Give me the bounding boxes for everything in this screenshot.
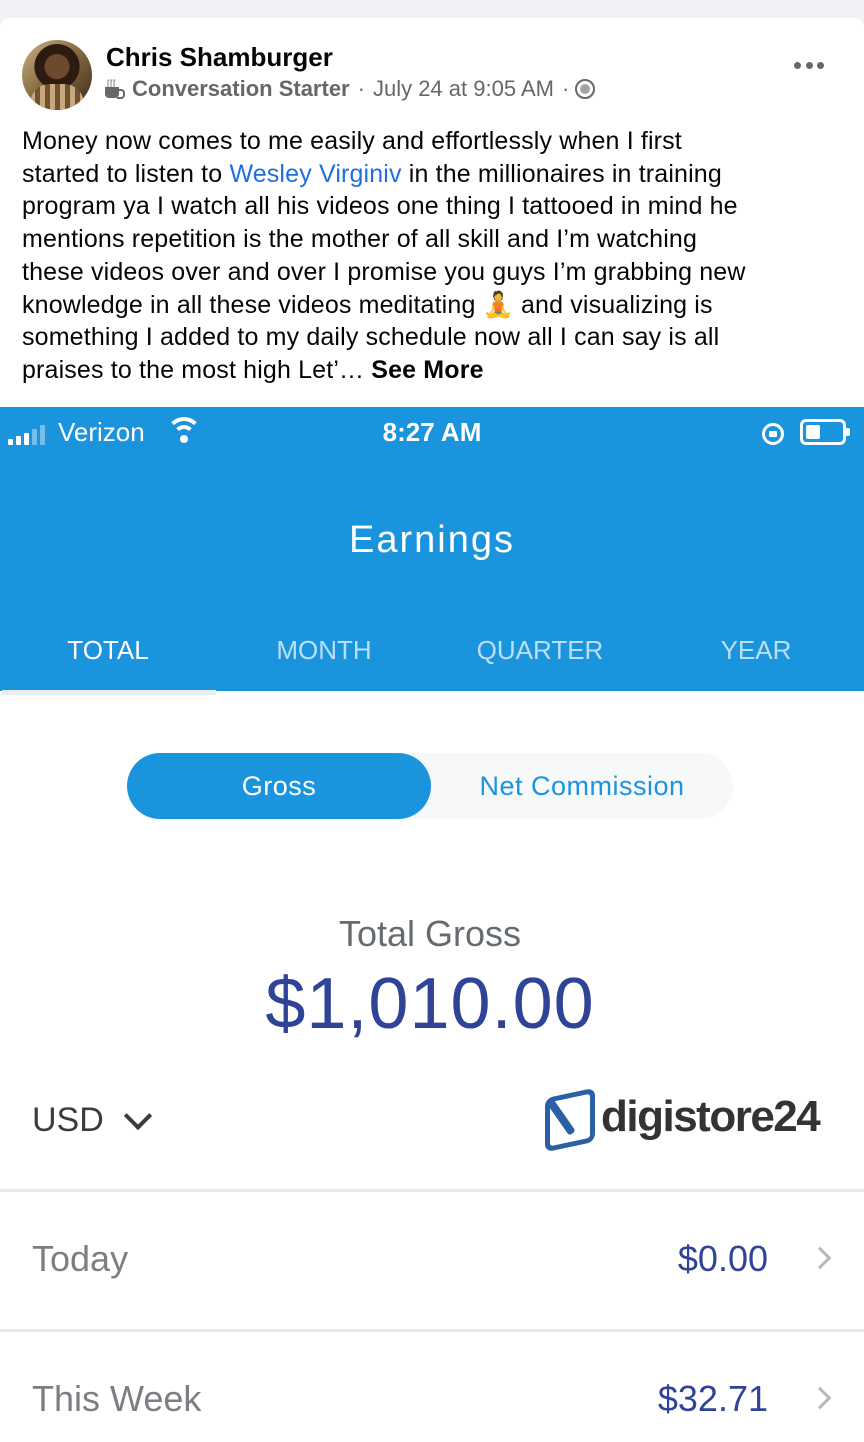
row-label: Today (32, 1238, 129, 1279)
chevron-down-icon (123, 1101, 152, 1130)
earnings-screenshot[interactable]: Verizon 8:27 AM Earnings TOTAL MONTH QUA… (0, 407, 864, 1442)
coffee-cup-icon: ʃʃʃ (104, 79, 125, 99)
row-label: This Week (32, 1378, 202, 1419)
digistore24-logo-icon (543, 1091, 593, 1143)
total-gross-value: $1,010.00 (265, 964, 595, 1044)
chevron-right-icon (808, 1386, 832, 1410)
post-text-segment: started to listen to (22, 159, 230, 188)
see-more-link[interactable]: See More (371, 356, 483, 384)
status-bar: Verizon 8:27 AM (0, 407, 864, 457)
earnings-row-today[interactable]: Today $0.00 (0, 1192, 864, 1328)
post-text-line: Money now comes to me easily and effortl… (22, 127, 682, 155)
avatar[interactable] (22, 40, 92, 110)
post-text-line: praises to the most high Let’… See More (22, 354, 852, 387)
post-text-segment: praises to the most high Let’… (22, 355, 372, 384)
badge-label[interactable]: Conversation Starter (132, 76, 350, 102)
brand-name: digistore24 (601, 1092, 821, 1141)
status-time: 8:27 AM (382, 417, 482, 447)
meta-separator: · (561, 76, 570, 101)
mention-link[interactable]: Wesley Virginiv (229, 160, 401, 188)
post-meta: ʃʃʃ Conversation Starter · July 24 at 9:… (104, 76, 596, 102)
author-name[interactable]: Chris Shamburger (106, 42, 333, 73)
post-text: Money now comes to me easily and effortl… (22, 125, 852, 387)
post-text-line: something I added to my daily schedule n… (22, 323, 720, 352)
gross-toggle-button[interactable]: Gross (127, 753, 431, 819)
more-icon[interactable] (794, 62, 824, 72)
period-tabs: TOTAL MONTH QUARTER YEAR (0, 617, 864, 695)
post-text-line: knowledge in all these videos meditating… (22, 290, 713, 319)
post-header: Chris Shamburger ʃʃʃ Conversation Starte… (0, 18, 864, 118)
post-text-line: these videos over and over I promise you… (22, 257, 746, 286)
currency-label: USD (32, 1101, 104, 1139)
post-text-line: started to listen to Wesley Virginiv in … (22, 158, 852, 191)
facebook-post: Chris Shamburger ʃʃʃ Conversation Starte… (0, 18, 864, 1442)
globe-icon (575, 79, 596, 99)
app-header: Verizon 8:27 AM Earnings TOTAL MONTH QUA… (0, 407, 864, 695)
post-text-segment: in the millionaires in training (401, 159, 722, 188)
rotation-lock-icon (762, 423, 784, 445)
tab-month[interactable]: MONTH (216, 617, 432, 691)
meta-separator: · (357, 76, 365, 101)
earnings-row-this-week[interactable]: This Week $32.71 (0, 1332, 864, 1442)
row-value: $0.00 (677, 1238, 768, 1279)
currency-selector[interactable]: USD (32, 1101, 152, 1140)
battery-icon (800, 419, 850, 445)
tab-total[interactable]: TOTAL (0, 617, 216, 695)
chevron-right-icon (808, 1246, 832, 1270)
tab-year[interactable]: YEAR (648, 617, 864, 691)
timestamp[interactable]: July 24 at 9:05 AM (373, 76, 554, 102)
post-text-line: program ya I watch all his videos one th… (22, 192, 738, 221)
net-commission-toggle-button[interactable]: Net Commission (431, 753, 733, 819)
row-value: $32.71 (657, 1378, 768, 1419)
gross-net-toggle: Gross Net Commission (127, 753, 733, 819)
screen-title: Earnings (349, 519, 515, 561)
tab-quarter[interactable]: QUARTER (432, 617, 648, 691)
post-text-line: mentions repetition is the mother of all… (22, 225, 698, 254)
digistore24-logo: digistore24 (543, 1091, 821, 1143)
total-gross-label: Total Gross (338, 913, 522, 954)
